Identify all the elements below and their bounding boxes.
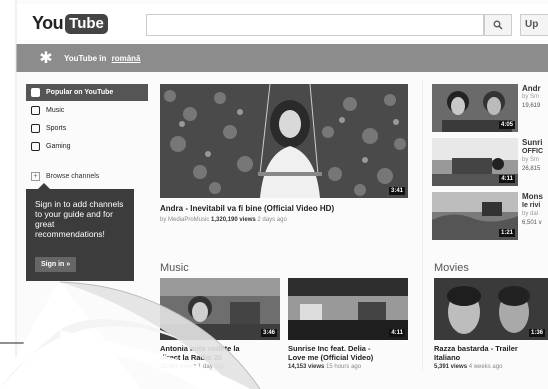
upload-button[interactable]: Up xyxy=(520,14,548,36)
movies-section-title[interactable]: Movies xyxy=(434,262,469,274)
view-count: 14,153 views xyxy=(288,364,325,370)
sports-icon xyxy=(31,124,40,133)
upload-age: 2 days ago xyxy=(257,217,287,223)
youtube-icon xyxy=(31,88,40,97)
guide-item-label: Music xyxy=(46,107,65,114)
duration-badge: 1:36 xyxy=(528,329,545,337)
music-section-title[interactable]: Music xyxy=(160,262,189,274)
music-video-card[interactable]: 3:46 Antonia inita vedete la direct la R… xyxy=(160,278,280,370)
video-title[interactable]: Sunri xyxy=(522,138,542,147)
video-thumbnail[interactable]: 4:05 xyxy=(432,84,518,132)
gaming-icon xyxy=(31,142,40,151)
signin-promo: Sign in to add channels to your guide an… xyxy=(26,183,134,281)
video-title-line-2[interactable]: direct la Radio 20 xyxy=(160,353,280,362)
upload-age: 1 day ago xyxy=(198,364,225,370)
column-divider xyxy=(422,80,423,370)
logo-you: You xyxy=(32,13,64,33)
search-input[interactable] xyxy=(146,14,484,36)
language-banner: ✱ YouTube în română xyxy=(16,44,548,72)
logo-tube: Tube xyxy=(65,13,108,34)
video-title-line-2[interactable]: Italiano xyxy=(434,353,548,362)
duration-badge: 4:11 xyxy=(389,329,405,337)
channel-name[interactable]: by MediaProMusic xyxy=(160,217,209,223)
video-title-line-2[interactable]: Love me (Official Video) xyxy=(288,353,408,362)
video-meta: 28,961 views 1 day ago xyxy=(160,364,280,370)
side-video-item[interactable]: 4:11 Sunri OFFIC by Sm 26,815 xyxy=(432,138,548,188)
youtube-page: You Tube Up ✱ YouTube în română Popular … xyxy=(16,0,548,389)
movie-video-card[interactable]: 1:36 Razza bastarda - Trailer Italiano 5… xyxy=(434,278,548,370)
channel-name[interactable]: by dal xyxy=(522,211,538,217)
side-video-item[interactable]: 4:05 Andr by Sm 19,619 xyxy=(432,84,548,134)
guide-item-gaming[interactable]: Gaming xyxy=(26,138,148,155)
channel-name[interactable]: by Sm xyxy=(522,94,539,100)
video-title[interactable]: Andr xyxy=(522,84,541,93)
guide-sidebar: Popular on YouTube Music Sports Gaming +… xyxy=(26,84,148,281)
video-title[interactable]: Sunrise Inc feat. Delia - xyxy=(288,344,408,353)
browse-channels-link[interactable]: + Browse channels xyxy=(26,169,148,183)
music-video-card[interactable]: 4:11 Sunrise Inc feat. Delia - Love me (… xyxy=(288,278,408,370)
duration-badge: 1:21 xyxy=(498,229,515,237)
featured-video-meta: by MediaProMusic 1,320,190 views 2 days … xyxy=(160,217,287,223)
banner-label: YouTube în xyxy=(64,53,107,63)
side-video-item[interactable]: 1:21 Mons Ie rivi by dal 6,501 v xyxy=(432,192,548,242)
view-count: 26,815 xyxy=(522,166,541,172)
video-meta: 14,153 views 15 hours ago xyxy=(288,364,408,370)
view-count: 5,391 views xyxy=(434,364,468,370)
view-count: 6,501 v xyxy=(522,220,542,226)
featured-thumbnail-image xyxy=(160,84,408,198)
upload-age: 15 hours ago xyxy=(326,364,362,370)
view-count: 28,961 views xyxy=(160,364,197,370)
duration-badge: 4:05 xyxy=(498,121,515,129)
youtube-logo[interactable]: You Tube xyxy=(32,13,108,34)
featured-video-title[interactable]: Andra - Inevitabil va fi bine (Official … xyxy=(160,204,410,213)
signin-promo-text: Sign in to add channels to your guide an… xyxy=(35,199,124,239)
video-title[interactable]: Mons xyxy=(522,192,543,201)
search-button[interactable] xyxy=(484,14,512,36)
guide-item-sports[interactable]: Sports xyxy=(26,120,148,137)
music-icon xyxy=(31,106,40,115)
upload-age: 4 weeks ago xyxy=(468,364,503,370)
video-thumbnail[interactable]: 4:11 xyxy=(432,138,518,186)
duration-badge: 4:11 xyxy=(499,175,515,183)
guide-item-label: Sports xyxy=(46,125,67,132)
view-count: 19,619 xyxy=(522,103,541,109)
view-count: 1,320,190 views xyxy=(211,217,256,223)
video-thumbnail[interactable]: 1:21 xyxy=(432,192,518,240)
guide-item-label: Gaming xyxy=(46,143,71,150)
star-icon: ✱ xyxy=(39,50,53,67)
video-title-line-2[interactable]: OFFIC xyxy=(522,148,543,155)
search-icon xyxy=(493,20,503,30)
duration-badge: 3:41 xyxy=(388,187,405,195)
browse-channels-label: Browse channels xyxy=(46,172,100,180)
language-link[interactable]: română xyxy=(112,54,141,63)
video-thumbnail[interactable]: 3:46 xyxy=(160,278,280,340)
featured-video-thumbnail[interactable]: 3:41 xyxy=(160,84,408,198)
guide-item-music[interactable]: Music xyxy=(26,102,148,119)
sign-in-button[interactable]: Sign in » xyxy=(35,257,77,272)
video-thumbnail[interactable]: 4:11 xyxy=(288,278,408,340)
channel-name[interactable]: by Sm xyxy=(522,157,539,163)
video-thumbnail[interactable]: 1:36 xyxy=(434,278,548,340)
duration-badge: 3:46 xyxy=(260,329,277,337)
plus-icon: + xyxy=(31,171,40,181)
video-title[interactable]: Razza bastarda - Trailer xyxy=(434,344,548,353)
guide-item-popular[interactable]: Popular on YouTube xyxy=(26,84,148,101)
video-title-line-2[interactable]: Ie rivi xyxy=(522,202,540,209)
banner-text: YouTube în română xyxy=(64,54,141,63)
video-meta: 5,391 views 4 weeks ago xyxy=(434,364,548,370)
video-title[interactable]: Antonia inita vedete la xyxy=(160,344,280,353)
guide-item-label: Popular on YouTube xyxy=(46,89,114,96)
masthead: You Tube Up xyxy=(16,4,548,40)
